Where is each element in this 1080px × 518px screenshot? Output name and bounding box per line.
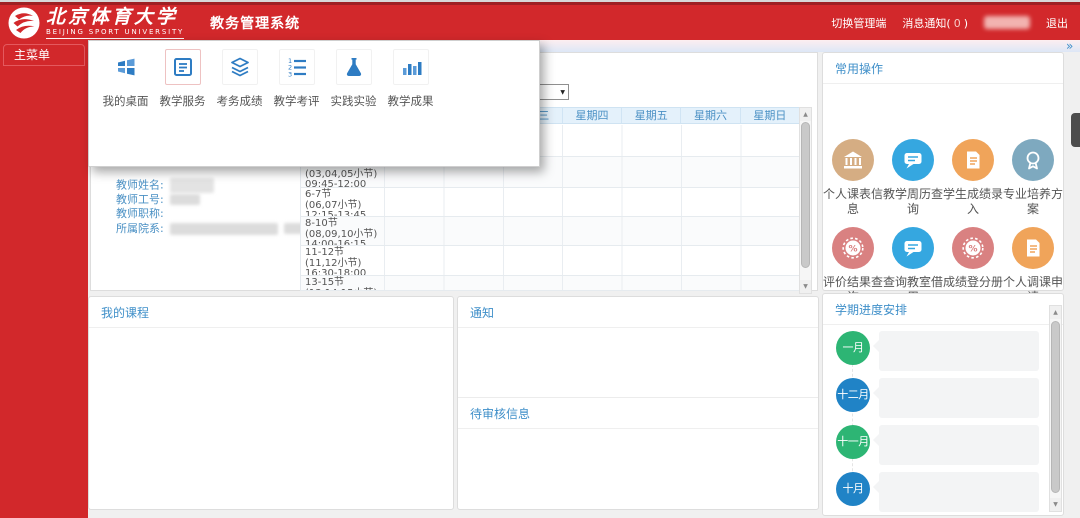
month-badge: 十二月 [836,378,870,412]
scroll-down-icon[interactable]: ▼ [800,280,811,293]
timetable-scrollbar[interactable]: ▲ ▼ [799,107,812,294]
svg-text:%: % [968,245,977,255]
menu-item-teaching-achievements[interactable]: 教学成果 [382,49,439,109]
month-badge: 一月 [836,331,870,365]
quick-op-grade-entry[interactable]: 学生成绩录入 [943,139,1003,217]
header-links: 切换管理端 消息通知(0) 退出 [831,15,1068,31]
timetable-cells [384,246,799,275]
menu-item-teaching-evaluation[interactable]: 123 教学考评 [268,49,325,109]
menu-item-practice-lab[interactable]: 实践实验 [325,49,382,109]
my-courses-title: 我的课程 [89,297,453,328]
timetable-row: 11-12节 (11,12小节) 16:30-18:00 [300,246,799,276]
document-icon [952,139,994,181]
semester-month-item: 十一月 [823,425,1063,467]
notice-panel: 通知 待审核信息 [457,296,819,510]
day-header: 星期日 [739,108,799,123]
switch-admin-link[interactable]: 切换管理端 [831,15,886,31]
semester-entry-bubble [873,331,1039,371]
scrollbar-thumb[interactable] [801,122,810,268]
semester-month-item: 十月 [823,472,1063,514]
notification-count: 0 [953,16,961,30]
teacher-id-label: 教师工号: [116,192,164,206]
scroll-up-icon[interactable]: ▲ [800,108,811,121]
notice-body [458,328,818,398]
document-icon [1012,227,1054,269]
timetable-cells [384,188,799,216]
university-name-en: BEIJING SPORT UNIVERSITY [46,28,185,39]
teacher-dept-redacted [169,222,278,235]
teacher-id-redacted [169,194,200,205]
percent-icon: % [832,227,874,269]
evaluation-icon: 123 [278,49,315,85]
university-name-cn: 北京体育大学 [46,5,179,28]
day-header: 星期五 [621,108,680,123]
chat-icon [892,139,934,181]
semester-month-item: 十二月 [823,378,1063,420]
bar-chart-icon [392,49,429,85]
menu-item-exam-scores[interactable]: 考务成绩 [211,49,268,109]
app-screen: 北京体育大学 BEIJING SPORT UNIVERSITY 教务管理系统 切… [0,0,1080,518]
svg-text:3: 3 [288,70,292,78]
quick-ops-grid: 个人课表信息 教学周历查询 学生成绩录入 专业培养方案 % 评价结果查 查询教室… [823,139,1063,315]
main-menu-tab[interactable]: 主菜单 [3,44,85,66]
quick-op-training-plan[interactable]: 专业培养方案 [1003,139,1063,217]
scroll-down-icon[interactable]: ▼ [1050,498,1061,511]
percent-icon: % [952,227,994,269]
quick-op-personal-timetable[interactable]: 个人课表信息 [823,139,883,217]
day-header: 星期六 [680,108,739,123]
semester-entry-bubble [873,472,1039,512]
pending-review-title: 待审核信息 [458,398,818,429]
timetable-cells [384,276,799,290]
teaching-service-icon [164,49,201,85]
swirl-logo-icon [8,7,40,38]
teacher-name-redacted [169,178,214,193]
quick-ops-title: 常用操作 [823,53,1063,84]
teacher-dept-label: 所属院系: [116,221,164,235]
notice-title: 通知 [458,297,818,328]
semester-month-item: 一月 [823,331,1063,373]
semester-entry-bubble [873,425,1039,465]
month-badge: 十月 [836,472,870,506]
day-header: 星期四 [561,108,621,123]
quick-op-teaching-calendar[interactable]: 教学周历查询 [883,139,943,217]
desktop-icon [107,49,144,85]
teacher-title-label: 教师职称: [116,207,164,220]
semester-progress-panel: 学期进度安排 一月 十二月 十一月 十月 [822,293,1064,516]
month-badge: 十一月 [836,425,870,459]
scrollbar-thumb[interactable] [1051,321,1060,493]
semester-progress-title: 学期进度安排 [823,294,1063,325]
timetable-cells [384,217,799,245]
chat-icon [892,227,934,269]
expand-icon[interactable]: » [1066,39,1073,53]
app-header: 北京体育大学 BEIJING SPORT UNIVERSITY 教务管理系统 切… [0,5,1080,40]
chevron-down-icon: ▼ [560,89,565,96]
timetable-row: 8-10节 (08,09,10小节) 14:00-16:15 [300,217,799,246]
university-logo: 北京体育大学 BEIJING SPORT UNIVERSITY [8,5,185,39]
exam-scores-icon [221,49,258,85]
menu-item-my-desktop[interactable]: 我的桌面 [97,49,154,109]
svg-text:%: % [848,245,857,255]
medal-icon [1012,139,1054,181]
sidebar: 主菜单 [0,40,88,518]
logout-link[interactable]: 退出 [1046,15,1068,31]
user-name-redacted [984,16,1030,29]
notifications-link[interactable]: 消息通知(0) [902,15,968,31]
teacher-name-label: 教师姓名: [116,178,164,192]
semester-entry-bubble [873,378,1039,418]
menu-item-teaching-service[interactable]: 教学服务 [154,49,211,109]
timetable-row: 6-7节 (06,07小节) 12:15-13:45 [300,188,799,217]
bank-icon [832,139,874,181]
system-title: 教务管理系统 [210,15,301,32]
quick-ops-panel: 常用操作 个人课表信息 教学周历查询 学生成绩录入 专业培养方案 % 评价结果查… [822,52,1064,304]
lab-flask-icon [335,49,372,85]
semester-scrollbar[interactable]: ▲ ▼ [1049,305,1062,512]
main-menu-popover: 我的桌面 教学服务 考务成绩 123 教学考评 实践实验 教学成果 [88,40,540,167]
side-panel-handle[interactable] [1071,113,1080,147]
my-courses-panel: 我的课程 [88,296,454,510]
scroll-up-icon[interactable]: ▲ [1050,306,1061,319]
timetable-row: 13-15节(13,14,15小节) [300,276,799,291]
